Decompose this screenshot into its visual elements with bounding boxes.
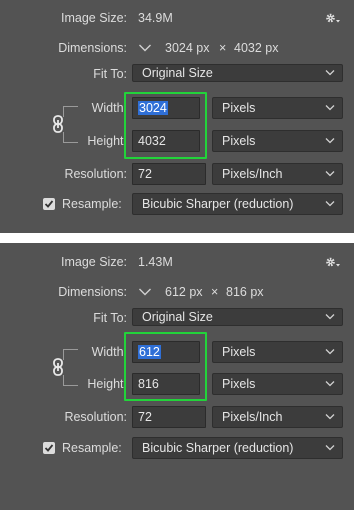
dimensions-times-sign: × bbox=[211, 285, 219, 299]
resample-checkbox[interactable] bbox=[43, 442, 55, 454]
resample-label: Resample: bbox=[62, 197, 122, 211]
panel-separator bbox=[0, 233, 354, 243]
chevron-down-icon bbox=[325, 349, 335, 355]
fit-to-dropdown[interactable]: Original Size bbox=[132, 64, 343, 82]
height-label: Height: bbox=[87, 134, 127, 148]
dimensions-label: Dimensions: bbox=[58, 285, 127, 299]
resolution-input[interactable]: 72 bbox=[132, 163, 206, 185]
dimensions-width-value: 612 px bbox=[165, 285, 203, 299]
dimensions-height-value: 816 px bbox=[226, 285, 264, 299]
dimensions-width-value: 3024 px bbox=[165, 41, 210, 55]
resample-checkbox[interactable] bbox=[43, 198, 55, 210]
fit-to-label: Fit To: bbox=[93, 67, 127, 81]
height-unit-dropdown[interactable]: Pixels bbox=[212, 130, 343, 152]
resample-value: Bicubic Sharper (reduction) bbox=[142, 197, 294, 211]
resolution-unit-value: Pixels/Inch bbox=[222, 410, 283, 424]
chevron-down-icon bbox=[325, 381, 335, 387]
chevron-down-icon[interactable] bbox=[138, 287, 152, 297]
resolution-unit-dropdown[interactable]: Pixels/Inch bbox=[212, 163, 343, 185]
fit-to-value: Original Size bbox=[142, 310, 213, 324]
resample-dropdown[interactable]: Bicubic Sharper (reduction) bbox=[132, 437, 343, 459]
height-unit-value: Pixels bbox=[222, 377, 256, 391]
fit-to-dropdown[interactable]: Original Size bbox=[132, 308, 343, 326]
width-unit-value: Pixels bbox=[222, 101, 256, 115]
resolution-unit-value: Pixels/Inch bbox=[222, 167, 283, 181]
resolution-value: 72 bbox=[138, 410, 152, 424]
width-unit-value: Pixels bbox=[222, 345, 256, 359]
chevron-down-icon bbox=[325, 314, 335, 320]
gear-icon[interactable] bbox=[325, 256, 341, 268]
resample-label: Resample: bbox=[62, 441, 122, 455]
checkmark-icon bbox=[44, 444, 54, 452]
chevron-down-icon bbox=[325, 445, 335, 451]
image-size-value: 34.9M bbox=[138, 11, 173, 25]
width-unit-dropdown[interactable]: Pixels bbox=[212, 341, 343, 363]
chevron-down-icon bbox=[325, 70, 335, 76]
fit-to-label: Fit To: bbox=[93, 311, 127, 325]
chevron-down-icon bbox=[325, 138, 335, 144]
width-label: Width: bbox=[91, 345, 127, 359]
resolution-unit-dropdown[interactable]: Pixels/Inch bbox=[212, 406, 343, 428]
checkmark-icon bbox=[44, 200, 54, 208]
dimensions-label: Dimensions: bbox=[58, 41, 127, 55]
resample-dropdown[interactable]: Bicubic Sharper (reduction) bbox=[132, 193, 343, 215]
dimensions-height-value: 4032 px bbox=[234, 41, 279, 55]
chain-link-icon[interactable] bbox=[52, 358, 64, 376]
height-label: Height: bbox=[87, 377, 127, 391]
width-label: Width: bbox=[91, 101, 127, 115]
chevron-down-icon bbox=[325, 201, 335, 207]
resolution-label: Resolution: bbox=[64, 167, 127, 181]
resolution-value: 72 bbox=[138, 167, 152, 181]
height-unit-value: Pixels bbox=[222, 134, 256, 148]
gear-icon[interactable] bbox=[325, 12, 341, 24]
chevron-down-icon bbox=[325, 171, 335, 177]
image-size-label: Image Size: bbox=[60, 11, 127, 25]
highlight-box bbox=[124, 332, 207, 401]
resample-value: Bicubic Sharper (reduction) bbox=[142, 441, 294, 455]
chevron-down-icon bbox=[325, 414, 335, 420]
highlight-box bbox=[124, 92, 207, 159]
image-size-label: Image Size: bbox=[60, 255, 127, 269]
width-unit-dropdown[interactable]: Pixels bbox=[212, 97, 343, 119]
image-size-value: 1.43M bbox=[138, 255, 173, 269]
chain-link-icon[interactable] bbox=[52, 115, 64, 133]
resolution-input[interactable]: 72 bbox=[132, 406, 206, 428]
resolution-label: Resolution: bbox=[64, 410, 127, 424]
image-size-panel-after: Image Size: 1.43M Dimensions: 612 px × 8… bbox=[0, 243, 354, 510]
dimensions-times-sign: × bbox=[219, 41, 227, 55]
fit-to-value: Original Size bbox=[142, 66, 213, 80]
height-unit-dropdown[interactable]: Pixels bbox=[212, 373, 343, 395]
chevron-down-icon[interactable] bbox=[138, 43, 152, 53]
chevron-down-icon bbox=[325, 105, 335, 111]
image-size-panel-before: Image Size: 34.9M Dimensions: 3024 px × … bbox=[0, 0, 354, 233]
